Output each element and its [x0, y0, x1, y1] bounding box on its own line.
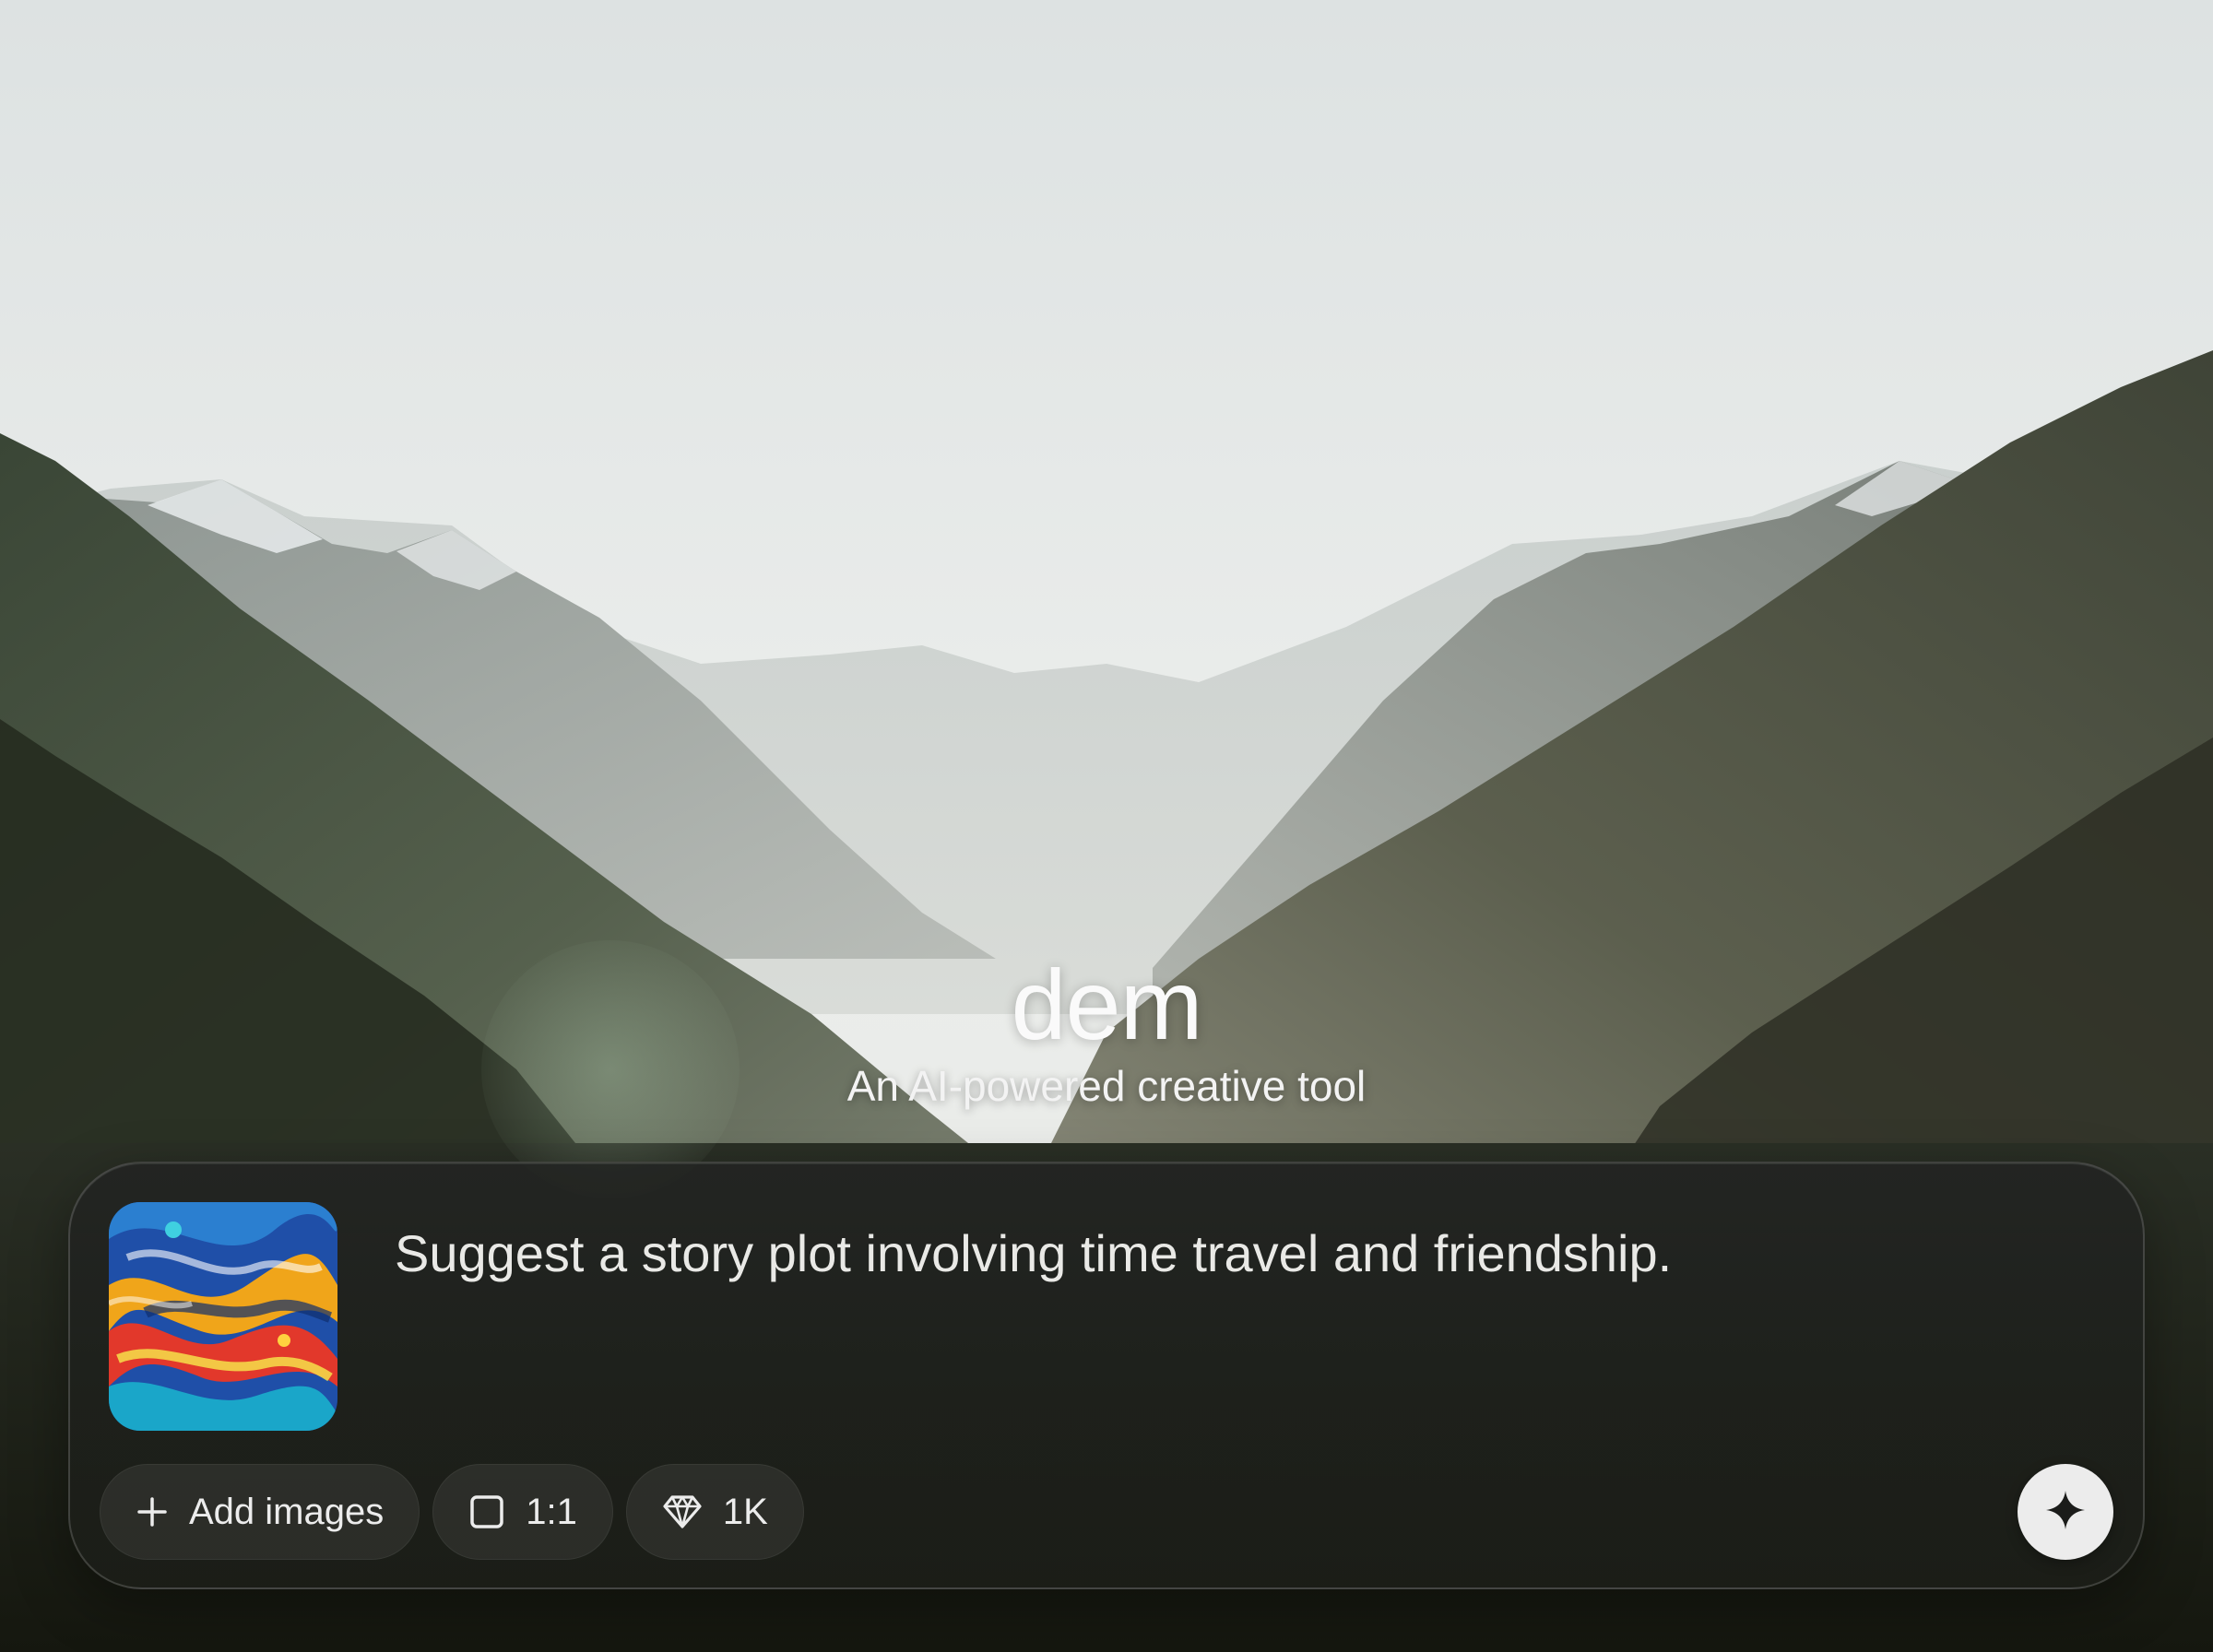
resolution-label: 1K — [722, 1491, 768, 1532]
square-icon — [468, 1493, 505, 1530]
diamond-icon — [662, 1493, 703, 1530]
prompt-card: Suggest a story plot involving time trav… — [68, 1162, 2145, 1589]
prompt-toolbar: Add images 1:1 1K — [100, 1464, 804, 1560]
abstract-swirl-painting — [109, 1202, 337, 1431]
sparkle-icon — [2044, 1489, 2087, 1536]
resolution-button[interactable]: 1K — [625, 1464, 804, 1560]
add-images-label: Add images — [189, 1491, 385, 1532]
add-images-button[interactable]: Add images — [100, 1464, 420, 1560]
hero: dem An AI-powered creative tool — [0, 950, 2213, 1112]
plus-icon — [136, 1495, 169, 1528]
app-title: dem — [1011, 949, 1202, 1060]
aspect-ratio-label: 1:1 — [526, 1491, 577, 1532]
prompt-input[interactable]: Suggest a story plot involving time trav… — [395, 1222, 2054, 1285]
app-tagline: An AI-powered creative tool — [846, 1062, 1367, 1110]
generate-button[interactable] — [2018, 1464, 2113, 1560]
aspect-ratio-button[interactable]: 1:1 — [432, 1464, 613, 1560]
attached-image-thumbnail[interactable] — [109, 1202, 337, 1431]
